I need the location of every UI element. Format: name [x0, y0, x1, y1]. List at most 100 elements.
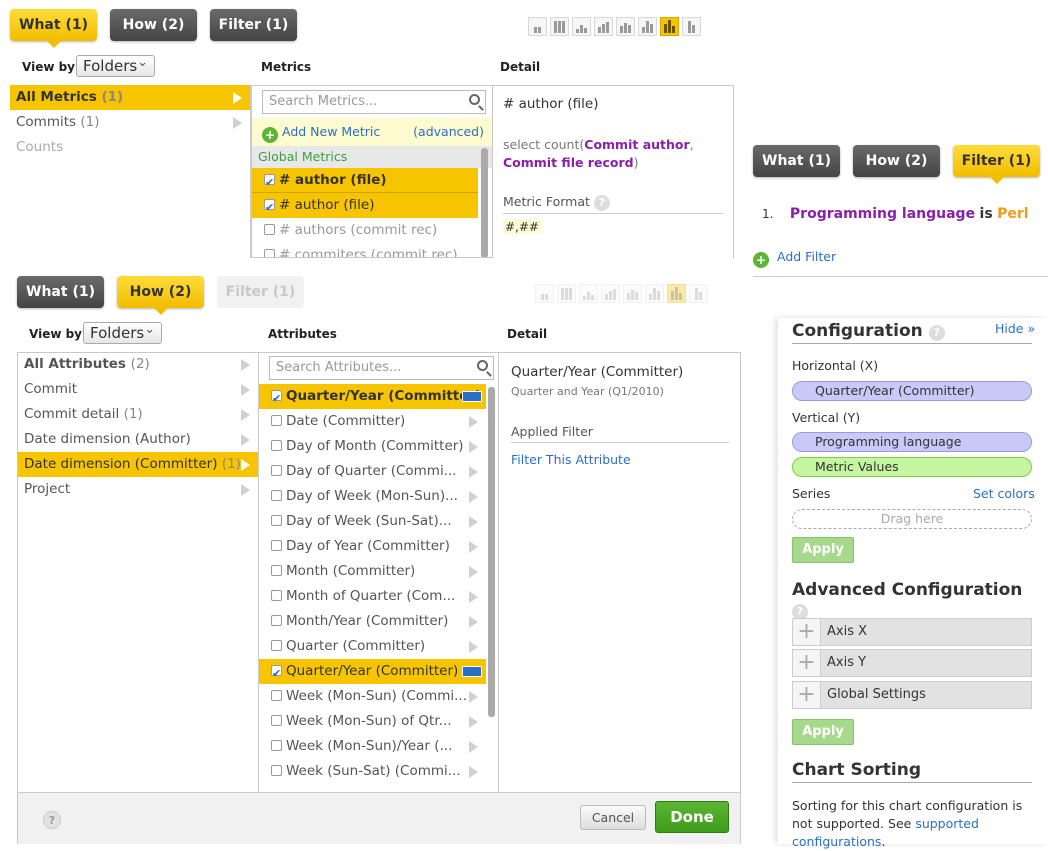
accordion-axis-y[interactable]: + Axis Y [792, 649, 1032, 677]
bar-chart-icon[interactable] [638, 17, 657, 36]
view-by-select[interactable]: Folders [83, 320, 162, 344]
checkbox[interactable] [271, 640, 282, 651]
set-colors-link[interactable]: Set colors [973, 486, 1035, 501]
tab-filter-bottom[interactable]: Filter (1) [217, 276, 304, 308]
tab-what-right[interactable]: What (1) [753, 145, 840, 177]
checkbox[interactable] [271, 565, 282, 576]
folder-commit[interactable]: Commit [18, 377, 258, 402]
vertical-item[interactable]: Programming language [792, 432, 1032, 452]
checkbox[interactable] [271, 765, 282, 776]
attribute-item[interactable]: Date (Committer) [259, 409, 486, 434]
folder-all-attributes[interactable]: All Attributes (2) [18, 352, 258, 377]
checkbox[interactable] [271, 590, 282, 601]
attribute-item[interactable]: Month/Year (Committer) [259, 609, 486, 634]
hide-link[interactable]: Hide » [995, 321, 1035, 336]
attribute-item[interactable]: Week (Mon-Sun) (Commi... [259, 684, 486, 709]
done-button[interactable]: Done [655, 801, 729, 833]
attribute-item[interactable]: Day of Year (Committer) [259, 534, 486, 559]
checkbox-checked[interactable] [271, 661, 282, 686]
attribute-item[interactable]: Day of Quarter (Commi... [259, 459, 486, 484]
metric-format-value[interactable]: #,## [503, 220, 541, 234]
column-chart-icon[interactable] [682, 17, 701, 36]
metric-item[interactable]: # commiters (commit rec) [252, 243, 492, 257]
checkbox[interactable] [271, 615, 282, 626]
attribute-item[interactable]: Quarter/Year (Committer) [259, 384, 486, 411]
add-filter-row[interactable]: + Add Filter [753, 249, 836, 268]
metric-item[interactable]: # author (file) [252, 168, 478, 195]
bar-chart-icon[interactable] [645, 284, 664, 303]
add-new-metric-row[interactable]: + Add New Metric (advanced) [252, 118, 492, 146]
attribute-options-icon[interactable] [462, 666, 482, 677]
attribute-options-icon[interactable] [462, 391, 482, 402]
attribute-item[interactable]: Day of Week (Mon-Sun)... [259, 484, 486, 509]
grid-table-icon[interactable] [557, 284, 576, 303]
stacked-area-icon[interactable] [623, 284, 642, 303]
accordion-axis-x[interactable]: + Axis X [792, 618, 1032, 646]
checkbox[interactable] [271, 490, 282, 501]
apply-button[interactable]: Apply [792, 537, 854, 563]
attribute-item[interactable]: Quarter/Year (Committer) [259, 659, 486, 686]
table-123-icon[interactable] [535, 284, 554, 303]
table-123-icon[interactable] [528, 17, 547, 36]
search-metrics-input[interactable]: Search Metrics... [262, 90, 486, 114]
tab-what-bottom[interactable]: What (1) [17, 276, 104, 308]
view-by-select[interactable]: Folders [76, 53, 155, 77]
scrollbar[interactable] [481, 148, 488, 257]
advanced-link[interactable]: (advanced) [413, 118, 484, 146]
search-attributes-input[interactable]: Search Attributes... [269, 356, 494, 380]
tab-filter-right[interactable]: Filter (1) [953, 145, 1040, 184]
tab-how-top[interactable]: How (2) [110, 9, 197, 41]
checkbox[interactable] [271, 740, 282, 751]
checkbox[interactable] [271, 415, 282, 426]
horizontal-item[interactable]: Quarter/Year (Committer) [792, 381, 1032, 401]
tab-how-right[interactable]: How (2) [853, 145, 940, 177]
checkbox-checked[interactable] [271, 386, 282, 411]
checkbox[interactable] [271, 515, 282, 526]
area-chart-icon[interactable] [601, 284, 620, 303]
grid-table-icon[interactable] [550, 17, 569, 36]
attribute-item[interactable]: Day of Week (Sun-Sat)... [259, 509, 486, 534]
folder-all-metrics[interactable]: All Metrics (1) [10, 85, 250, 110]
metric-item[interactable]: # authors (commit rec) [252, 218, 492, 243]
series-drop-zone[interactable]: Drag here [792, 509, 1032, 529]
attribute-item[interactable]: Quarter (Committer) [259, 634, 486, 659]
stacked-bar-icon[interactable] [660, 17, 679, 36]
tab-what-top[interactable]: What (1) [10, 9, 97, 48]
checkbox[interactable] [271, 440, 282, 451]
checkbox[interactable] [271, 715, 282, 726]
attribute-item[interactable]: Week (Sun-Sat) (Commi... [259, 759, 486, 784]
stacked-bar-icon[interactable] [667, 284, 686, 303]
tab-filter-top[interactable]: Filter (1) [210, 9, 297, 41]
scrollbar[interactable] [488, 387, 495, 717]
attribute-item[interactable]: Month (Committer) [259, 559, 486, 584]
folder-date-committer[interactable]: Date dimension (Committer) (1) [18, 452, 258, 477]
folder-date-author[interactable]: Date dimension (Author) [18, 427, 258, 452]
folder-commit-detail[interactable]: Commit detail (1) [18, 402, 258, 427]
checkbox[interactable] [264, 249, 275, 257]
help-icon[interactable]: ? [43, 811, 61, 829]
help-icon[interactable]: ? [593, 195, 610, 211]
folder-project[interactable]: Project [18, 477, 258, 502]
attribute-item[interactable]: Day of Month (Committer) [259, 434, 486, 459]
attribute-item[interactable]: Month of Quarter (Com... [259, 584, 486, 609]
metric-item[interactable]: # author (file) [252, 193, 478, 220]
area-chart-icon[interactable] [594, 17, 613, 36]
accordion-global-settings[interactable]: + Global Settings [792, 681, 1032, 709]
cancel-button[interactable]: Cancel [580, 805, 646, 830]
checkbox[interactable] [271, 465, 282, 476]
folder-commits[interactable]: Commits (1) [10, 110, 250, 135]
line-chart-icon[interactable] [579, 284, 598, 303]
filter-line[interactable]: 1. Programming language is Perl [762, 206, 1029, 222]
checkbox[interactable] [271, 540, 282, 551]
checkbox[interactable] [264, 224, 275, 235]
attribute-item[interactable]: Week (Mon-Sun) of Qtr... [259, 709, 486, 734]
checkbox-checked[interactable] [264, 170, 275, 195]
add-new-metric-link[interactable]: Add New Metric [282, 124, 380, 139]
vertical-item[interactable]: Metric Values [792, 457, 1032, 477]
filter-attribute-link[interactable]: Filter This Attribute [511, 452, 729, 467]
column-chart-icon[interactable] [689, 284, 708, 303]
folder-counts[interactable]: Counts [10, 135, 250, 160]
checkbox-checked[interactable] [264, 195, 275, 220]
line-chart-icon[interactable] [572, 17, 591, 36]
apply-advanced-button[interactable]: Apply [792, 719, 854, 745]
